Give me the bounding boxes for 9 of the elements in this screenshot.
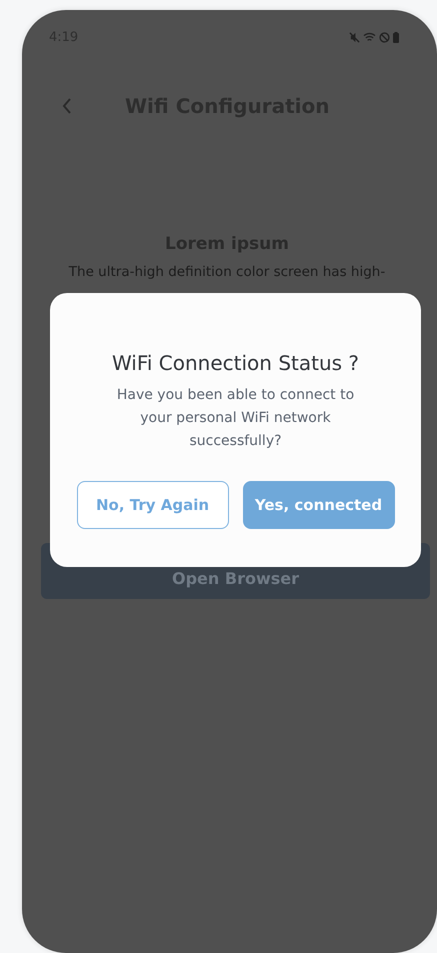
connected-button[interactable]: Yes, connected xyxy=(242,481,394,529)
do-not-disturb-icon xyxy=(379,32,390,44)
dialog-message: Have you been able to connect to your personal WiFi network successfully? xyxy=(116,386,356,451)
back-icon[interactable] xyxy=(62,98,72,114)
wifi-icon xyxy=(363,32,376,44)
mute-icon xyxy=(349,32,360,44)
battery-icon xyxy=(393,32,399,44)
try-again-button[interactable]: No, Try Again xyxy=(76,481,228,529)
dialog-title: WiFi Connection Status ? xyxy=(112,350,360,377)
